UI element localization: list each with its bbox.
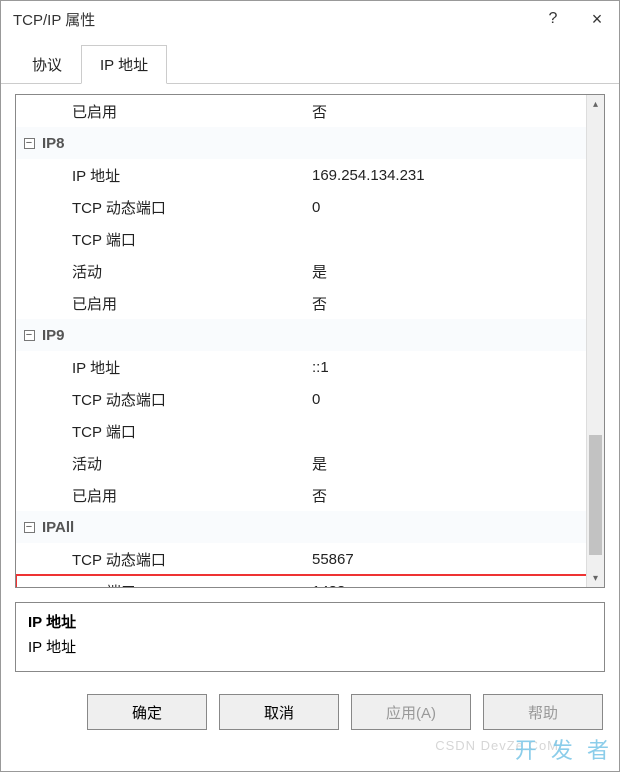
help-button[interactable]: ? <box>531 1 575 37</box>
button-bar: 确定 取消 应用(A) 帮助 <box>1 672 619 746</box>
vertical-scrollbar[interactable]: ▴ ▾ <box>586 95 604 587</box>
property-label: TCP 端口 <box>42 229 312 250</box>
collapse-icon: − <box>24 522 35 533</box>
property-value[interactable]: 是 <box>312 453 584 474</box>
tab-bar: 协议 IP 地址 <box>1 37 619 84</box>
group-header[interactable]: −IP9 <box>16 319 604 351</box>
apply-button[interactable]: 应用(A) <box>351 694 471 730</box>
property-row[interactable]: TCP 端口 <box>16 223 604 255</box>
property-row[interactable]: TCP 端口1433 <box>16 575 604 587</box>
group-label: IPAll <box>42 519 584 536</box>
property-row[interactable]: TCP 动态端口0 <box>16 383 604 415</box>
property-row[interactable]: 已启用否 <box>16 287 604 319</box>
scrollbar-thumb[interactable] <box>589 435 602 555</box>
property-row[interactable]: TCP 端口 <box>16 415 604 447</box>
titlebar: TCP/IP 属性 ? × <box>1 1 619 37</box>
property-row[interactable]: TCP 动态端口0 <box>16 191 604 223</box>
property-rows: 已启用否−IP8IP 地址169.254.134.231TCP 动态端口0TCP… <box>16 95 604 587</box>
tab-ip-address[interactable]: IP 地址 <box>81 45 167 84</box>
collapse-toggle[interactable]: − <box>16 522 42 533</box>
group-label: IP8 <box>42 135 584 152</box>
description-text: IP 地址 <box>28 636 592 657</box>
property-row[interactable]: 已启用否 <box>16 95 604 127</box>
scroll-down-icon[interactable]: ▾ <box>587 569 604 587</box>
content-area: 已启用否−IP8IP 地址169.254.134.231TCP 动态端口0TCP… <box>1 84 619 672</box>
window-title: TCP/IP 属性 <box>13 9 531 30</box>
property-grid: 已启用否−IP8IP 地址169.254.134.231TCP 动态端口0TCP… <box>15 94 605 588</box>
dialog-window: TCP/IP 属性 ? × 协议 IP 地址 已启用否−IP8IP 地址169.… <box>0 0 620 772</box>
property-row[interactable]: IP 地址169.254.134.231 <box>16 159 604 191</box>
property-row[interactable]: IP 地址::1 <box>16 351 604 383</box>
property-label: 已启用 <box>42 293 312 314</box>
property-value[interactable]: 否 <box>312 101 584 122</box>
description-title: IP 地址 <box>28 611 592 632</box>
property-value[interactable]: 0 <box>312 199 584 216</box>
scroll-up-icon[interactable]: ▴ <box>587 95 604 113</box>
property-row[interactable]: 活动是 <box>16 255 604 287</box>
property-label: 已启用 <box>42 101 312 122</box>
property-label: IP 地址 <box>42 357 312 378</box>
property-label: 已启用 <box>42 485 312 506</box>
description-panel: IP 地址 IP 地址 <box>15 602 605 672</box>
property-row[interactable]: 已启用否 <box>16 479 604 511</box>
property-row[interactable]: TCP 动态端口55867 <box>16 543 604 575</box>
tab-protocol[interactable]: 协议 <box>13 45 81 84</box>
property-label: 活动 <box>42 261 312 282</box>
property-value[interactable]: ::1 <box>312 359 584 376</box>
property-label: TCP 端口 <box>42 581 312 588</box>
property-label: TCP 动态端口 <box>42 549 312 570</box>
collapse-icon: − <box>24 138 35 149</box>
property-value[interactable]: 是 <box>312 261 584 282</box>
property-label: 活动 <box>42 453 312 474</box>
collapse-toggle[interactable]: − <box>16 138 42 149</box>
help-dialog-button[interactable]: 帮助 <box>483 694 603 730</box>
ok-button[interactable]: 确定 <box>87 694 207 730</box>
property-value[interactable]: 否 <box>312 293 584 314</box>
property-label: IP 地址 <box>42 165 312 186</box>
property-label: TCP 动态端口 <box>42 197 312 218</box>
collapse-toggle[interactable]: − <box>16 330 42 341</box>
group-header[interactable]: −IPAll <box>16 511 604 543</box>
cancel-button[interactable]: 取消 <box>219 694 339 730</box>
close-button[interactable]: × <box>575 1 619 37</box>
property-value[interactable]: 否 <box>312 485 584 506</box>
property-row[interactable]: 活动是 <box>16 447 604 479</box>
property-value[interactable]: 0 <box>312 391 584 408</box>
property-value[interactable]: 1433 <box>312 583 584 588</box>
group-header[interactable]: −IP8 <box>16 127 604 159</box>
property-label: TCP 动态端口 <box>42 389 312 410</box>
collapse-icon: − <box>24 330 35 341</box>
property-label: TCP 端口 <box>42 421 312 442</box>
property-value[interactable]: 169.254.134.231 <box>312 167 584 184</box>
property-value[interactable]: 55867 <box>312 551 584 568</box>
group-label: IP9 <box>42 327 584 344</box>
